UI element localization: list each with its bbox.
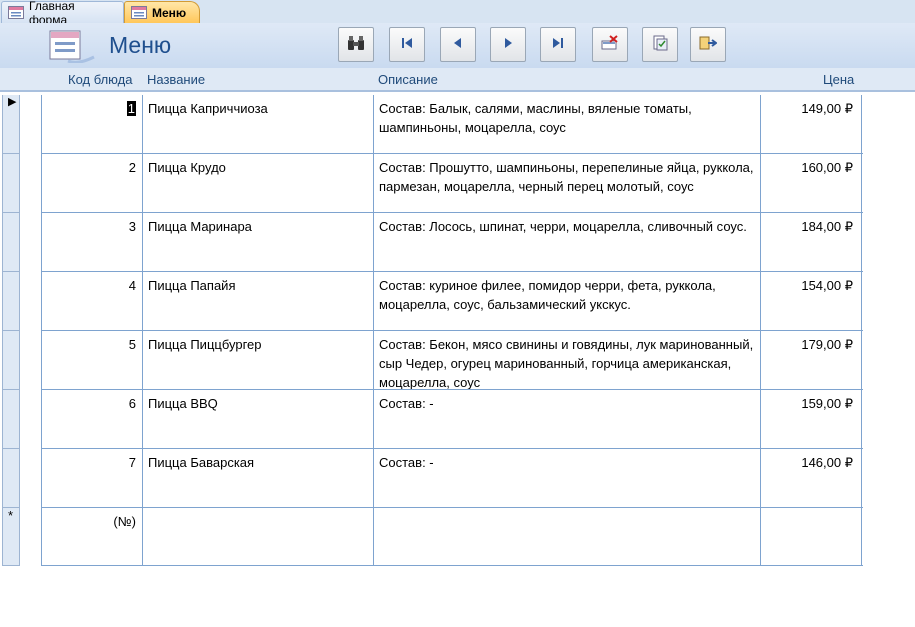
delete-record-button[interactable] bbox=[592, 27, 628, 62]
record-selector[interactable] bbox=[2, 213, 20, 272]
column-header-row: Код блюда Название Описание Цена bbox=[0, 68, 915, 92]
record-selector[interactable] bbox=[2, 154, 20, 213]
table-row[interactable]: 7 Пицца Баварская Состав: - 146,00 ₽ bbox=[42, 449, 863, 508]
price-cell[interactable]: 184,00 ₽ bbox=[761, 213, 862, 271]
name-cell[interactable]: Пицца Папайя bbox=[143, 272, 374, 330]
id-cell[interactable]: 3 bbox=[42, 213, 143, 271]
price-cell[interactable]: 179,00 ₽ bbox=[761, 331, 862, 389]
form-header: Меню bbox=[0, 23, 915, 68]
close-form-icon bbox=[699, 35, 718, 54]
id-cell[interactable]: 4 bbox=[42, 272, 143, 330]
name-cell[interactable]: Пицца Крудо bbox=[143, 154, 374, 212]
description-cell[interactable]: Состав: Балык, салями, маслины, вяленые … bbox=[374, 95, 761, 153]
document-tab-strip: Главная форма Меню bbox=[0, 0, 915, 27]
record-selector[interactable] bbox=[2, 272, 20, 331]
form-title: Меню bbox=[109, 32, 172, 58]
current-record-marker: ▶ bbox=[8, 96, 17, 108]
record-selector[interactable] bbox=[2, 390, 20, 449]
record-selector[interactable] bbox=[2, 449, 20, 508]
description-cell[interactable]: Состав: - bbox=[374, 390, 761, 448]
tab-menu-label: Меню bbox=[152, 5, 187, 20]
id-cell[interactable]: 5 bbox=[42, 331, 143, 389]
last-record-icon bbox=[551, 36, 565, 53]
column-header-description[interactable]: Описание bbox=[378, 72, 438, 87]
column-header-id[interactable]: Код блюда bbox=[68, 72, 132, 87]
price-cell[interactable]: 159,00 ₽ bbox=[761, 390, 862, 448]
form-header-icon bbox=[48, 29, 96, 66]
column-header-price[interactable]: Цена bbox=[823, 72, 854, 87]
delete-record-icon bbox=[601, 35, 619, 54]
tab-menu[interactable]: Меню bbox=[124, 1, 200, 23]
id-cell[interactable]: 2 bbox=[42, 154, 143, 212]
last-record-button[interactable] bbox=[540, 27, 576, 62]
name-cell[interactable]: Пицца BBQ bbox=[143, 390, 374, 448]
first-record-button[interactable] bbox=[389, 27, 425, 62]
previous-record-icon bbox=[451, 36, 465, 53]
save-record-icon bbox=[652, 35, 668, 54]
name-cell[interactable]: Пицца Пиццбургер bbox=[143, 331, 374, 389]
tab-main-form[interactable]: Главная форма bbox=[1, 0, 124, 27]
form-icon bbox=[8, 6, 24, 19]
name-cell[interactable]: Пицца Каприччиоза bbox=[143, 95, 374, 153]
save-record-button[interactable] bbox=[642, 27, 678, 62]
first-record-icon bbox=[400, 36, 414, 53]
next-record-icon bbox=[501, 36, 515, 53]
column-header-name[interactable]: Название bbox=[147, 72, 205, 87]
price-cell[interactable]: 160,00 ₽ bbox=[761, 154, 862, 212]
record-selector[interactable]: * bbox=[2, 508, 20, 566]
id-cell[interactable]: 1 bbox=[42, 95, 143, 153]
id-cell[interactable]: 7 bbox=[42, 449, 143, 507]
description-cell[interactable]: Состав: куриное филее, помидор черри, фе… bbox=[374, 272, 761, 330]
close-form-button[interactable] bbox=[690, 27, 726, 62]
table-row[interactable]: 1 Пицца Каприччиоза Состав: Балык, салям… bbox=[42, 95, 863, 154]
name-cell[interactable]: Пицца Баварская bbox=[143, 449, 374, 507]
new-record-marker: * bbox=[8, 508, 14, 523]
id-cell[interactable]: 6 bbox=[42, 390, 143, 448]
description-cell[interactable]: Состав: - bbox=[374, 449, 761, 507]
price-cell[interactable]: 146,00 ₽ bbox=[761, 449, 862, 507]
price-cell[interactable]: 154,00 ₽ bbox=[761, 272, 862, 330]
binoculars-icon bbox=[347, 35, 365, 54]
previous-record-button[interactable] bbox=[440, 27, 476, 62]
new-record-row[interactable]: (№) bbox=[42, 508, 863, 566]
description-cell[interactable]: Состав: Лосось, шпинат, черри, моцарелла… bbox=[374, 213, 761, 271]
description-cell[interactable]: Состав: Бекон, мясо свинины и говядины, … bbox=[374, 331, 761, 389]
table-row[interactable]: 6 Пицца BBQ Состав: - 159,00 ₽ bbox=[42, 390, 863, 449]
price-cell[interactable]: 149,00 ₽ bbox=[761, 95, 862, 153]
record-selector[interactable] bbox=[2, 331, 20, 390]
table-row[interactable]: 2 Пицца Крудо Состав: Прошутто, шампиньо… bbox=[42, 154, 863, 213]
find-button[interactable] bbox=[338, 27, 374, 62]
name-cell[interactable]: Пицца Маринара bbox=[143, 213, 374, 271]
price-cell[interactable] bbox=[761, 508, 862, 565]
description-cell[interactable]: Состав: Прошутто, шампиньоны, перепелины… bbox=[374, 154, 761, 212]
id-cell[interactable]: (№) bbox=[42, 508, 143, 565]
record-selector[interactable]: ▶ bbox=[2, 95, 20, 154]
description-cell[interactable] bbox=[374, 508, 761, 565]
next-record-button[interactable] bbox=[490, 27, 526, 62]
menu-records: 1 Пицца Каприччиоза Состав: Балык, салям… bbox=[41, 95, 863, 566]
form-icon bbox=[131, 6, 147, 19]
name-cell[interactable] bbox=[143, 508, 374, 565]
table-row[interactable]: 3 Пицца Маринара Состав: Лосось, шпинат,… bbox=[42, 213, 863, 272]
table-row[interactable]: 5 Пицца Пиццбургер Состав: Бекон, мясо с… bbox=[42, 331, 863, 390]
table-row[interactable]: 4 Пицца Папайя Состав: куриное филее, по… bbox=[42, 272, 863, 331]
